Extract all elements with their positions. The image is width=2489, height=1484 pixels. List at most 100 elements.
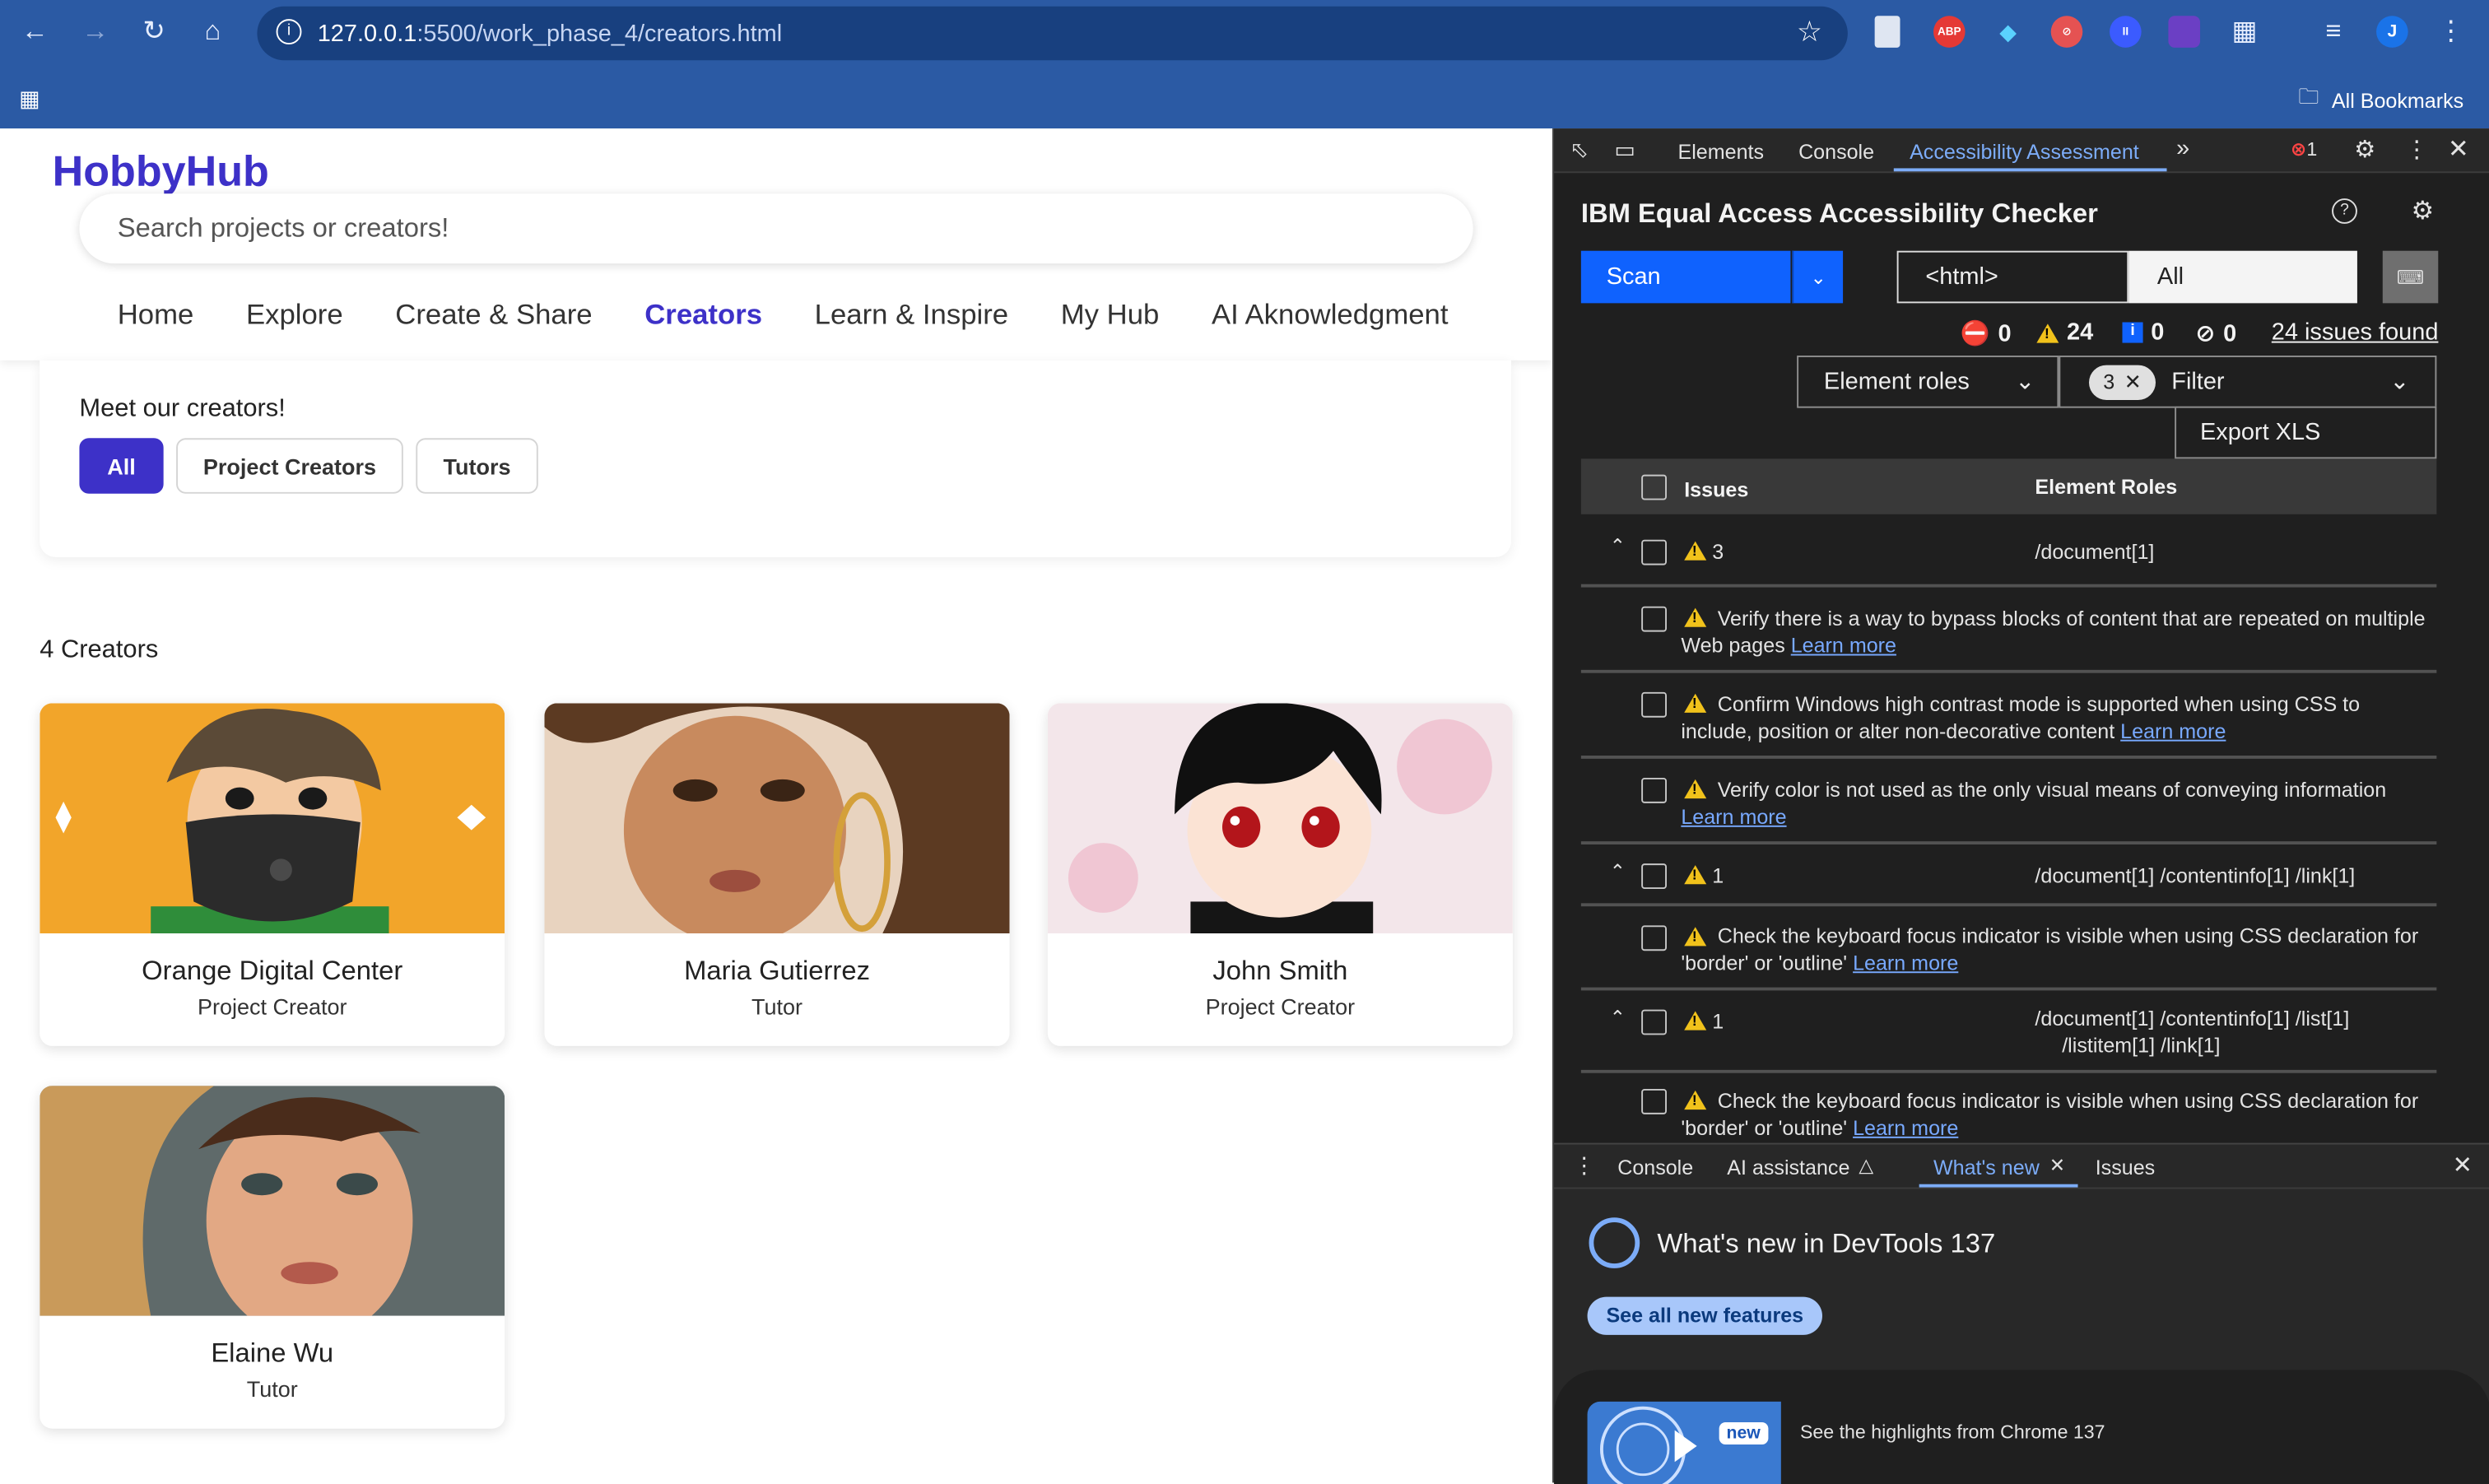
collapse-chevron-icon[interactable]: ⌃	[1610, 535, 1626, 557]
filter-tutors-button[interactable]: Tutors	[416, 438, 538, 494]
nav-learn-inspire[interactable]: Learn & Inspire	[815, 299, 1008, 332]
drawer-tab-issues[interactable]: Issues	[2096, 1156, 2155, 1179]
drawer-tab-whats-new[interactable]: What's new	[1933, 1156, 2040, 1179]
settings-gear-icon[interactable]: ⚙	[2354, 135, 2375, 164]
issue-group-row[interactable]: ⌃ 3 /document[1]	[1580, 516, 2437, 588]
forward-icon[interactable]: →	[73, 10, 118, 54]
tab-accessibility-assessment[interactable]: Accessibility Assessment	[1910, 140, 2139, 164]
profile-avatar[interactable]: J	[2376, 16, 2408, 48]
tab-elements[interactable]: Elements	[1677, 140, 1764, 164]
issue-row[interactable]: Check the keyboard focus indicator is vi…	[1580, 906, 2437, 991]
scope-select[interactable]: <html>	[1896, 250, 2129, 304]
more-tabs-icon[interactable]: »	[2176, 135, 2189, 162]
violations-count[interactable]: ⛔ 0	[1961, 319, 2012, 348]
pause-ext-icon[interactable]: II	[2110, 16, 2142, 48]
nav-ai-acknowledgment[interactable]: AI Aknowledgment	[1212, 299, 1449, 332]
back-icon[interactable]: ←	[12, 10, 57, 54]
row-checkbox[interactable]	[1641, 777, 1667, 803]
creator-card[interactable]: Orange Digital Center Project Creator	[40, 703, 505, 1046]
creator-card[interactable]: Elaine Wu Tutor	[40, 1086, 505, 1429]
nav-creators[interactable]: Creators	[644, 299, 762, 332]
collapse-chevron-icon[interactable]: ⌃	[1610, 1007, 1626, 1029]
hidden-count[interactable]: ⊘ 0	[2195, 319, 2236, 348]
issue-row[interactable]: Verify there is a way to bypass blocks o…	[1580, 588, 2437, 673]
issues-found-link[interactable]: 24 issues found	[2272, 319, 2439, 347]
select-all-checkbox[interactable]	[1641, 474, 1667, 500]
site-info-icon[interactable]: i	[276, 19, 302, 44]
close-tab-icon[interactable]: ✕	[2049, 1154, 2065, 1176]
learn-more-link[interactable]: Learn more	[1853, 951, 1958, 975]
help-icon[interactable]: ?	[2332, 198, 2357, 224]
row-checkbox[interactable]	[1641, 606, 1667, 632]
error-counter[interactable]: ⊗1	[2291, 138, 2317, 160]
reader-icon[interactable]	[1874, 16, 1900, 48]
filter-project-creators-button[interactable]: Project Creators	[176, 438, 403, 494]
learn-more-link[interactable]: Learn more	[2120, 719, 2226, 743]
row-checkbox[interactable]	[1641, 863, 1667, 889]
close-devtools-icon[interactable]: ✕	[2448, 133, 2469, 165]
scan-button[interactable]: Scan	[1580, 250, 1791, 304]
diamond-ext-icon[interactable]: ◆	[1992, 16, 2024, 48]
all-bookmarks[interactable]: 🗀 All Bookmarks	[2298, 82, 2463, 117]
warning-icon	[1684, 541, 1707, 561]
issue-row[interactable]: Verify color is not used as the only vis…	[1580, 759, 2437, 844]
tab-console[interactable]: Console	[1798, 140, 1874, 164]
row-checkbox[interactable]	[1641, 539, 1667, 565]
needs-review-count[interactable]: 24	[2036, 319, 2093, 346]
inspect-element-icon[interactable]: ⬁	[1570, 137, 1589, 164]
nav-home[interactable]: Home	[118, 299, 194, 332]
rules-select[interactable]: All	[2128, 250, 2357, 304]
scan-dropdown-chevron-icon[interactable]: ⌄	[1792, 250, 1844, 304]
learn-more-link[interactable]: Learn more	[1853, 1116, 1958, 1140]
creator-card[interactable]: John Smith Project Creator	[1047, 703, 1513, 1046]
apps-grid-icon[interactable]: ▦	[19, 86, 40, 113]
drawer-menu-icon[interactable]: ⋮	[1573, 1152, 1595, 1179]
bookmark-star-icon[interactable]: ☆	[1797, 16, 1822, 49]
nav-my-hub[interactable]: My Hub	[1061, 299, 1160, 332]
device-toolbar-icon[interactable]: ▭	[1614, 137, 1635, 164]
red-ext-icon[interactable]: ⊘	[2050, 16, 2083, 48]
clear-filter-icon[interactable]: ✕	[2124, 369, 2142, 394]
reload-icon[interactable]: ↻	[132, 10, 176, 54]
learn-more-link[interactable]: Learn more	[1681, 805, 1786, 829]
issue-row[interactable]: Check the keyboard focus indicator is vi…	[1581, 1073, 2436, 1152]
keyboard-checker-icon[interactable]: ⌨	[2382, 250, 2439, 304]
row-checkbox[interactable]	[1641, 1009, 1667, 1035]
see-all-features-button[interactable]: See all new features	[1587, 1296, 1822, 1335]
drawer-tab-console[interactable]: Console	[1617, 1156, 1693, 1179]
checker-settings-icon[interactable]: ⚙	[2411, 195, 2434, 227]
nav-create-share[interactable]: Create & Share	[395, 299, 592, 332]
element-roles-dropdown[interactable]: Element roles ⌄	[1797, 355, 2059, 408]
creator-card[interactable]: Maria Gutierrez Tutor	[544, 703, 1010, 1046]
purple-ext-icon[interactable]	[2168, 16, 2200, 48]
row-checkbox[interactable]	[1641, 691, 1667, 718]
filter-count-tag[interactable]: 3 ✕	[2088, 364, 2156, 400]
issue-row[interactable]: Confirm Windows high contrast mode is su…	[1580, 673, 2437, 759]
filter-all-button[interactable]: All	[79, 438, 164, 494]
address-bar[interactable]: i 127.0.0.1:5500/work_phase_4/creators.h…	[257, 6, 1848, 61]
highlights-thumbnail[interactable]: new	[1587, 1401, 1781, 1484]
site-logo[interactable]: HobbyHub	[53, 147, 269, 197]
creator-role: Tutor	[246, 1376, 298, 1402]
row-checkbox[interactable]	[1641, 925, 1667, 951]
collapse-chevron-icon[interactable]: ⌃	[1610, 860, 1626, 882]
col-element-roles: Element Roles	[2035, 474, 2178, 499]
kebab-menu-icon[interactable]: ⋮	[2405, 135, 2429, 164]
filter-dropdown[interactable]: 3 ✕ Filter ⌄	[2059, 355, 2437, 408]
nav-explore[interactable]: Explore	[246, 299, 343, 332]
media-control-icon[interactable]: ≡	[2311, 10, 2356, 54]
row-checkbox[interactable]	[1641, 1088, 1667, 1114]
more-menu-icon[interactable]: ⋮	[2429, 10, 2473, 54]
recommendations-count[interactable]: i0	[2122, 319, 2164, 346]
extensions-icon[interactable]: ▦	[2222, 10, 2267, 54]
search-input[interactable]: Search projects or creators!	[79, 193, 1473, 264]
highlights-text[interactable]: See the highlights from Chrome 137	[1800, 1421, 2105, 1443]
issue-group-row[interactable]: ⌃ 1 /document[1] /contentinfo[1] /link[1…	[1580, 844, 2437, 907]
close-drawer-icon[interactable]: ✕	[2453, 1151, 2473, 1179]
learn-more-link[interactable]: Learn more	[1791, 633, 1896, 657]
issue-group-row[interactable]: ⌃ 1 /document[1] /contentinfo[1] /list[1…	[1580, 990, 2437, 1073]
adblock-icon[interactable]: ABP	[1933, 16, 1966, 48]
export-xls-button[interactable]: Export XLS	[2175, 406, 2437, 459]
drawer-tab-ai-assistance[interactable]: AI assistance	[1727, 1156, 1849, 1179]
home-icon[interactable]: ⌂	[190, 10, 235, 54]
